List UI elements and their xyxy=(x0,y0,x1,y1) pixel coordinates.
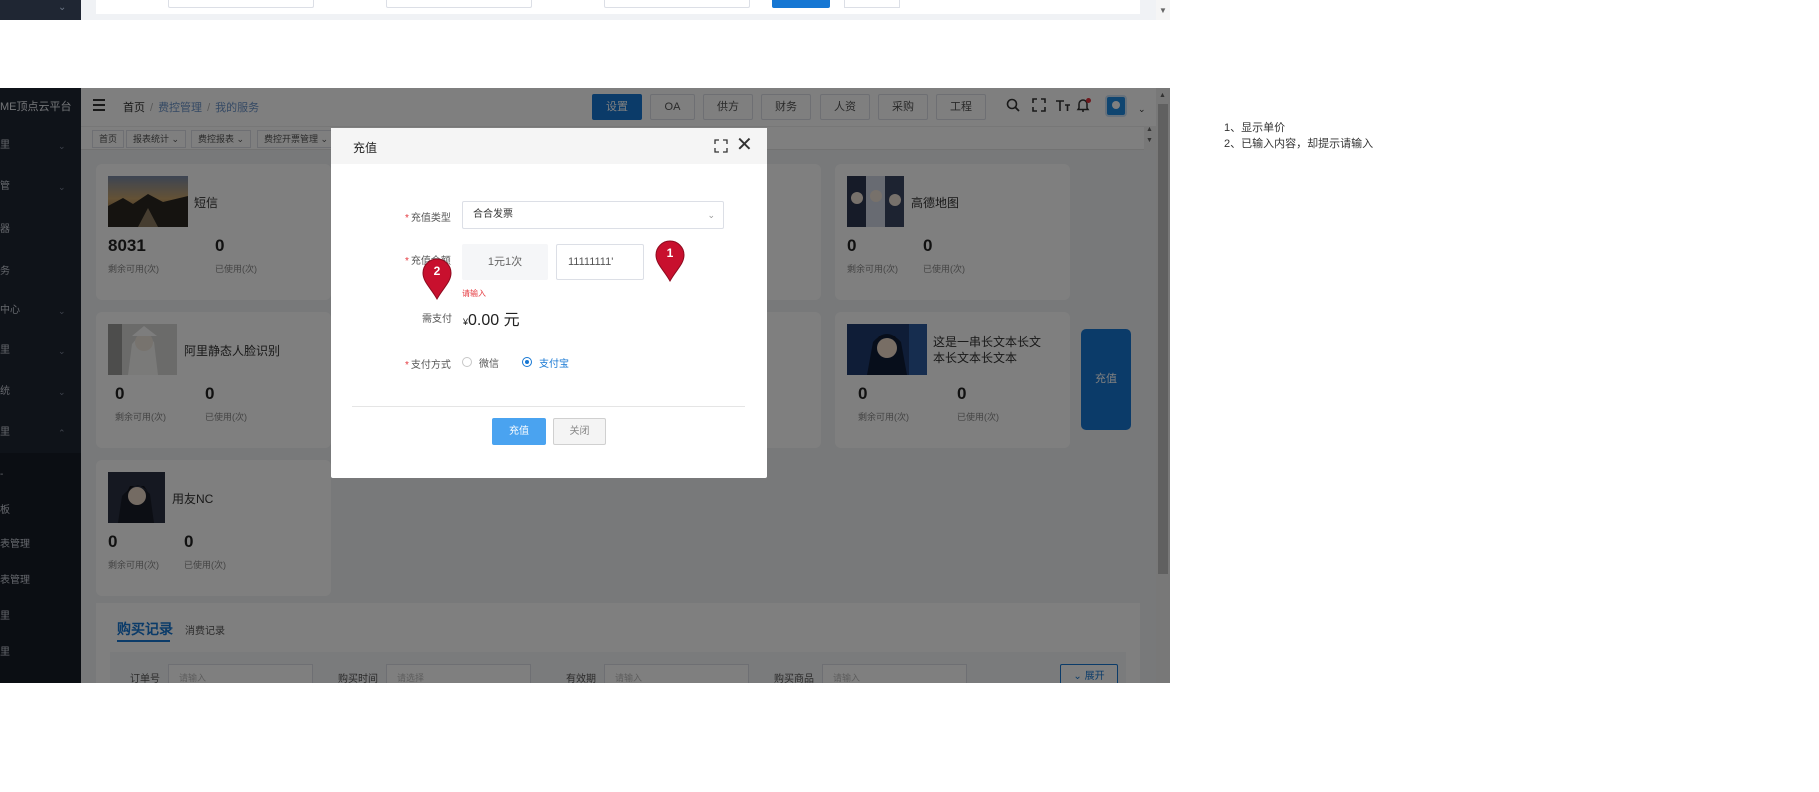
note-line: 2、已输入内容，却提示请输入 xyxy=(1224,138,1374,150)
previous-input[interactable] xyxy=(168,0,314,8)
required-mark: * xyxy=(405,256,409,267)
annotation-pin-number: 1 xyxy=(666,246,674,260)
recharge-submit-button[interactable]: 充值 xyxy=(492,418,546,445)
payment-due-amount: ¥0.00 元 xyxy=(463,306,520,330)
radio-alipay-label[interactable]: 支付宝 xyxy=(539,355,569,370)
recharge-amount-input[interactable]: 11111111' xyxy=(556,244,644,280)
dialog-divider xyxy=(352,406,745,407)
payment-method-label: * 支付方式 xyxy=(405,356,451,371)
annotation-notes: 1、显示单价 2、已输入内容，却提示请输入 xyxy=(1224,120,1373,152)
chevron-down-icon: ⌄ xyxy=(707,210,715,220)
payment-due-label: 需支付 xyxy=(422,314,452,325)
unit-price-display: 1元1次 xyxy=(462,244,548,280)
field-label-text: 支付方式 xyxy=(410,360,451,371)
recharge-type-select[interactable]: 合合发票 ⌄ xyxy=(462,201,724,229)
field-label-text: 充值类型 xyxy=(410,213,451,224)
annotation-pin-1: 1 xyxy=(655,240,685,283)
note-line: 1、显示单价 xyxy=(1224,122,1286,134)
radio-alipay[interactable] xyxy=(522,357,532,367)
maximize-icon[interactable] xyxy=(714,139,728,153)
dialog-header: 充值 ✕ xyxy=(331,128,767,164)
previous-input[interactable] xyxy=(386,0,532,8)
validation-error: 请输入 xyxy=(462,289,486,298)
radio-wechat[interactable] xyxy=(462,357,472,367)
annotation-pin-number: 2 xyxy=(433,264,441,278)
required-mark: * xyxy=(405,360,409,371)
previous-filter-panel xyxy=(96,0,1140,14)
dialog-title: 充值 xyxy=(353,141,378,155)
scroll-down-arrow-icon: ▼ xyxy=(1159,6,1167,15)
previous-scrollbar[interactable]: ▼ xyxy=(1156,0,1170,20)
select-value: 合合发票 xyxy=(473,209,513,220)
previous-input[interactable] xyxy=(604,0,750,8)
previous-sidebar: ⌄ xyxy=(0,0,81,20)
chevron-down-icon: ⌄ xyxy=(58,2,67,13)
radio-wechat-label[interactable]: 微信 xyxy=(479,355,499,370)
close-dialog-button[interactable]: 关闭 xyxy=(553,418,606,445)
previous-screen-strip: ⌄ ▼ xyxy=(0,0,1170,20)
annotation-pin-2: 2 xyxy=(422,258,452,301)
recharge-dialog: 充值 ✕ *充值类型 合合发票⌄ *充值金额 1元1次 11111111' 请输… xyxy=(331,128,767,478)
previous-search-button[interactable] xyxy=(772,0,830,8)
payment-due-value: 0.00 元 xyxy=(468,312,520,329)
close-icon[interactable]: ✕ xyxy=(736,135,753,155)
recharge-type-label: * 充值类型 xyxy=(405,209,451,224)
required-mark: * xyxy=(405,213,409,224)
previous-reset-button[interactable] xyxy=(844,0,900,8)
